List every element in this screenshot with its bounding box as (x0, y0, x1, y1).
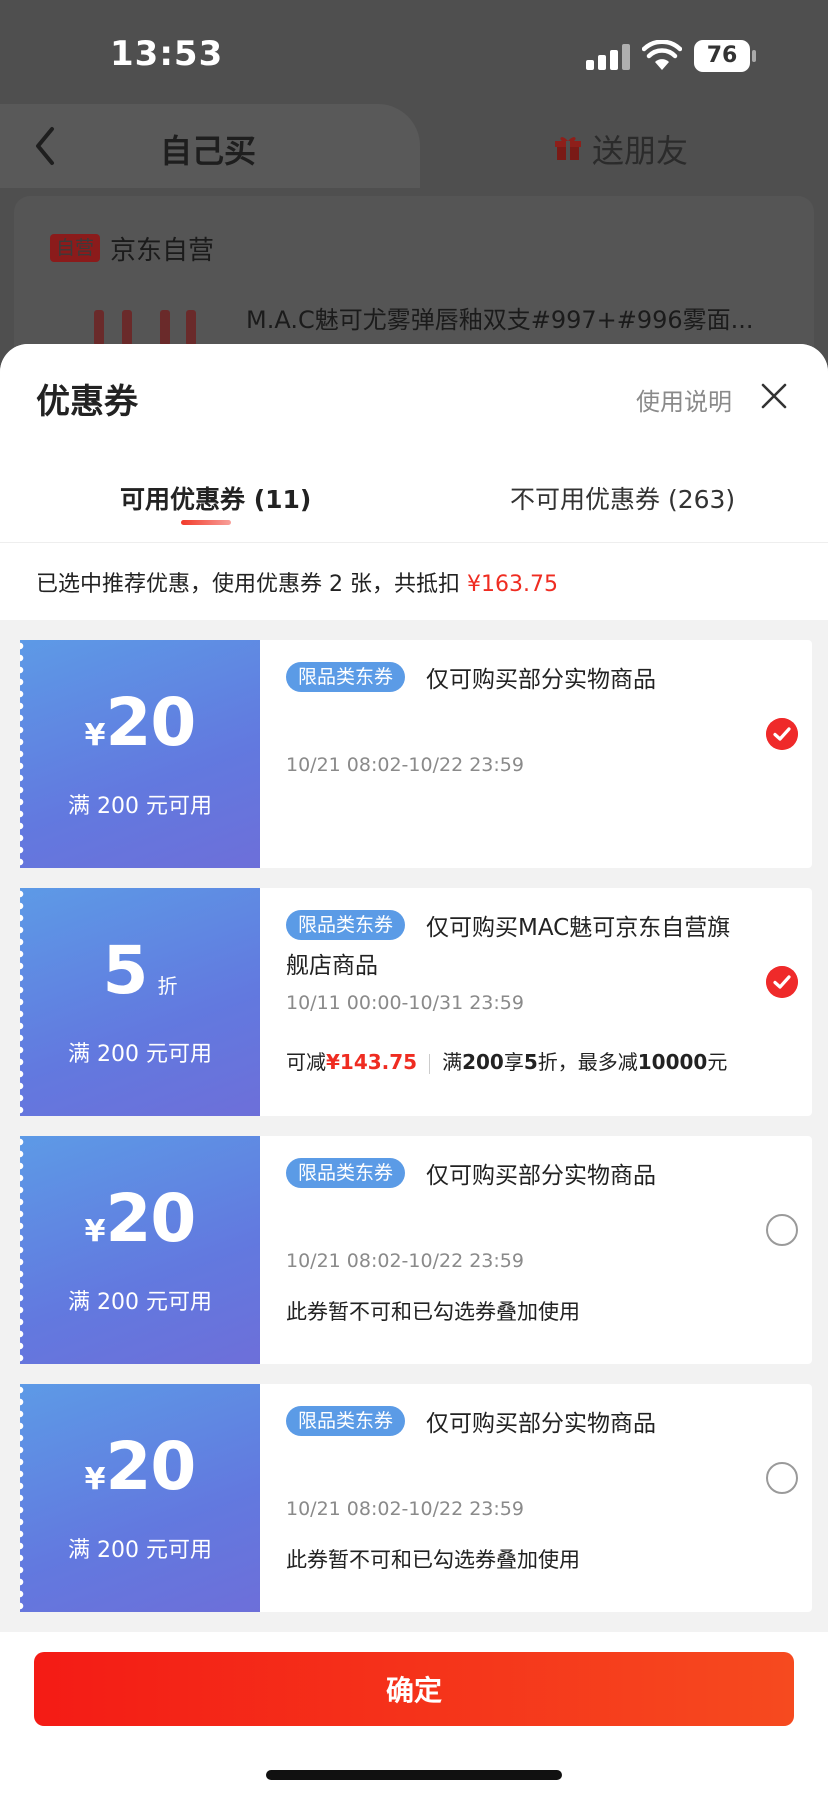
sheet-footer: 确定 (0, 1632, 828, 1795)
cellular-signal-icon (586, 44, 630, 70)
coupon-amount: 20 (105, 684, 197, 761)
battery-level: 76 (694, 40, 750, 72)
summary-text: 已选中推荐优惠，使用优惠券 2 张，共抵扣 (36, 572, 467, 597)
coupon-amount: 20 (105, 1428, 197, 1505)
rule-prefix: 满 (442, 1050, 463, 1074)
coupon-card[interactable]: ¥20 满 200 元可用 限品类东券 仅可购买部分实物商品 10/21 08:… (20, 640, 812, 868)
coupon-min-spend: 满 200 元可用 (68, 1290, 212, 1315)
status-time: 13:53 (110, 34, 224, 74)
coupon-validity-date: 10/21 08:02-10/22 23:59 (286, 1498, 524, 1520)
purchase-mode-tabs: 自己买 送朋友 (0, 104, 828, 188)
summary-amount: ¥163.75 (466, 572, 558, 597)
savings-label: 可减 (286, 1050, 326, 1074)
coupon-description: 仅可购买部分实物商品 (426, 667, 656, 693)
separator (429, 1053, 431, 1074)
coupon-category-tag: 限品类东券 (286, 662, 406, 692)
coupon-value-panel: ¥20 满 200 元可用 (20, 640, 260, 868)
coupon-category-tag: 限品类东券 (286, 1158, 406, 1188)
discount-unit: 折 (157, 974, 178, 998)
coupon-category-tag: 限品类东券 (286, 910, 406, 940)
sheet-header: 优惠券 使用说明 可用优惠券 (11) 不可用优惠券 (263) 已选中推荐优惠… (0, 344, 828, 620)
battery-icon: 76 (694, 40, 756, 72)
sheet-title: 优惠券 (36, 382, 138, 422)
rule-threshold: 200 (462, 1050, 504, 1074)
watermark: shopping (330, 1190, 466, 1220)
currency-symbol: ¥ (84, 1462, 106, 1497)
coupon-category-tag: 限品类东券 (286, 1406, 406, 1436)
coupon-card[interactable]: 5折 满 200 元可用 限品类东券 仅可购买MAC魅可京东自营旗 舰店商品 1… (20, 888, 812, 1116)
tab-send-to-friend[interactable]: 送朋友 (592, 126, 688, 172)
coupon-discount-rate: 5 (102, 932, 149, 1009)
rule-cap: 10000 (637, 1050, 708, 1074)
coupon-validity-date: 10/11 00:00-10/31 23:59 (286, 992, 524, 1014)
confirm-button[interactable]: 确定 (34, 1652, 794, 1726)
rule-rate: 5 (523, 1050, 538, 1074)
tab-unavailable-coupons[interactable]: 不可用优惠券 (263) (510, 480, 735, 516)
coupon-value-panel: 5折 满 200 元可用 (20, 888, 260, 1116)
rule-suffix: 元 (707, 1050, 728, 1074)
status-bar: 13:53 76 (0, 0, 828, 110)
coupon-description-line2: 舰店商品 (286, 953, 378, 979)
close-icon[interactable] (760, 382, 788, 410)
currency-symbol: ¥ (84, 1214, 106, 1249)
product-thumbnail (74, 306, 214, 346)
savings-amount: ¥143.75 (326, 1050, 418, 1074)
coupon-min-spend: 满 200 元可用 (68, 794, 212, 819)
checked-icon[interactable] (766, 966, 798, 998)
currency-symbol: ¥ (84, 718, 106, 753)
coupon-card[interactable]: ¥20 满 200 元可用 限品类东券 仅可购买部分实物商品 10/21 08:… (20, 1384, 812, 1612)
tab-buy-for-self[interactable]: 自己买 (0, 104, 420, 188)
coupon-sheet: 优惠券 使用说明 可用优惠券 (11) 不可用优惠券 (263) 已选中推荐优惠… (0, 344, 828, 1795)
gift-icon (555, 137, 581, 160)
wifi-icon (642, 40, 682, 70)
coupon-min-spend: 满 200 元可用 (68, 1538, 212, 1563)
coupon-validity-date: 10/21 08:02-10/22 23:59 (286, 1250, 524, 1272)
tab-available-coupons[interactable]: 可用优惠券 (11) (120, 480, 311, 516)
coupon-min-spend: 满 200 元可用 (68, 1042, 212, 1067)
unchecked-circle-icon[interactable] (766, 1462, 798, 1494)
coupon-value-panel: ¥20 满 200 元可用 (20, 1136, 260, 1364)
product-title: M.A.C魅可尤雾弹唇釉双支#997+#996雾面... (246, 306, 754, 334)
divider (0, 542, 828, 543)
coupon-card[interactable]: ¥20 满 200 元可用 限品类东券 仅可购买部分实物商品 10/21 08:… (20, 1136, 812, 1364)
rule-unit: 折，最多减 (537, 1050, 638, 1074)
coupon-description: 仅可购买部分实物商品 (426, 1411, 656, 1437)
coupon-stacking-note: 此券暂不可和已勾选券叠加使用 (286, 1548, 580, 1572)
coupon-stacking-note: 此券暂不可和已勾选券叠加使用 (286, 1300, 580, 1324)
self-operated-badge: 自营 (50, 234, 100, 262)
store-name: 京东自营 (110, 236, 215, 266)
usage-instructions-link[interactable]: 使用说明 (636, 382, 732, 417)
coupon-description: 仅可购买部分实物商品 (426, 1163, 656, 1189)
coupon-value-panel: ¥20 满 200 元可用 (20, 1384, 260, 1612)
coupon-description: 仅可购买MAC魅可京东自营旗 (426, 915, 731, 941)
active-tab-indicator (181, 520, 231, 525)
coupon-validity-date: 10/21 08:02-10/22 23:59 (286, 754, 524, 776)
unchecked-circle-icon[interactable] (766, 1214, 798, 1246)
home-indicator (266, 1770, 562, 1780)
coupon-savings-line: 可减¥143.75 满200享5折，最多减10000元 (286, 1046, 727, 1075)
back-arrow-icon[interactable] (34, 126, 56, 166)
rule-mid: 享 (503, 1050, 524, 1074)
selection-summary: 已选中推荐优惠，使用优惠券 2 张，共抵扣 ¥163.75 (36, 566, 558, 598)
checked-icon[interactable] (766, 718, 798, 750)
tab-self-label: 自己买 (160, 132, 257, 170)
coupon-amount: 20 (105, 1180, 197, 1257)
